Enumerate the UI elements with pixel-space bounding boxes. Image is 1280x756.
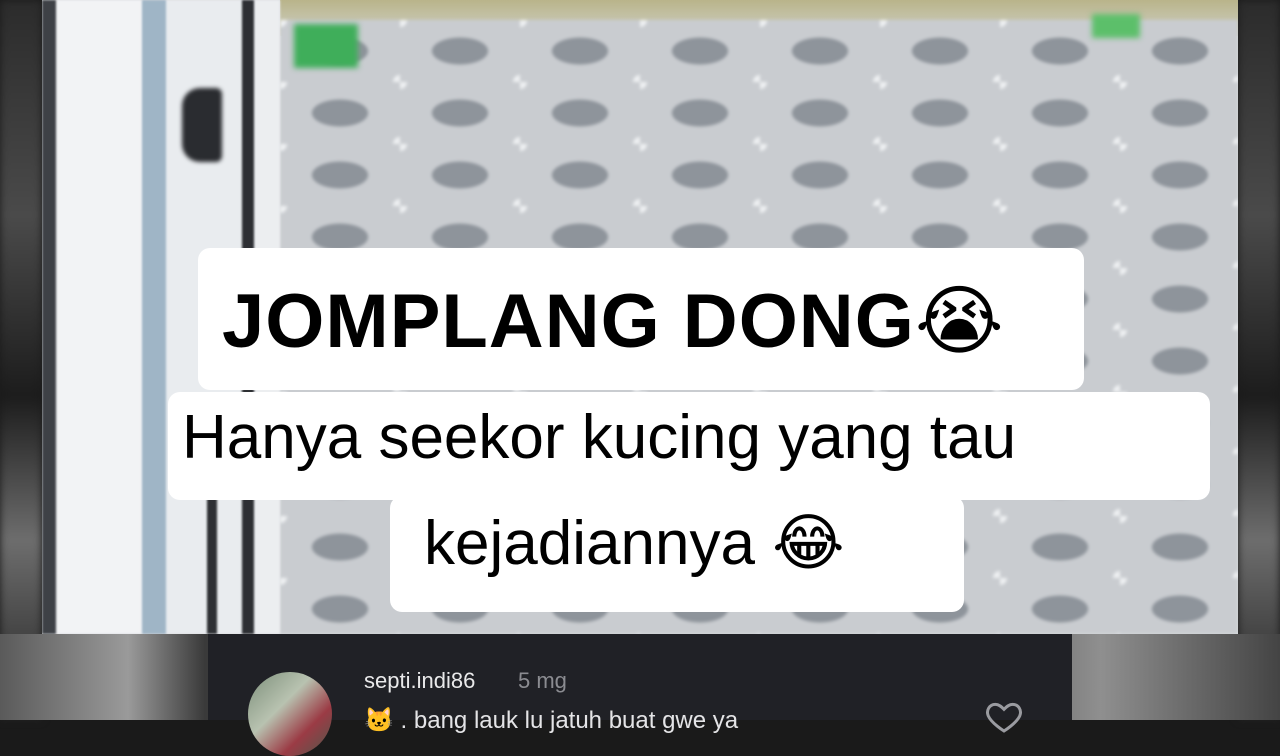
comment-username[interactable]: septi.indi86 — [364, 668, 475, 694]
heart-outline-icon[interactable] — [984, 696, 1024, 736]
laughing-face-icon: 😂 — [772, 506, 845, 579]
blurred-background-right — [1238, 0, 1280, 720]
crying-face-icon: 😭 — [914, 276, 1005, 365]
green-object — [1092, 14, 1140, 38]
blurred-background-left — [0, 0, 42, 720]
door-handle — [182, 88, 222, 162]
green-object — [294, 24, 358, 68]
caption-line-3: kejadiannya 😂 — [424, 506, 845, 579]
comment-text: 🐱 . bang lauk lu jatuh buat gwe ya — [364, 707, 739, 734]
caption-line-2: Hanya seekor kucing yang tau — [182, 403, 1017, 472]
avatar[interactable] — [248, 672, 332, 756]
door-post — [207, 486, 217, 634]
comment-time: 5 mg — [518, 668, 567, 693]
comment-panel: septi.indi86 5 mg 🐱 . bang lauk lu jatuh… — [208, 634, 1072, 756]
caption-title: JOMPLANG DONG😭 — [222, 276, 1005, 365]
